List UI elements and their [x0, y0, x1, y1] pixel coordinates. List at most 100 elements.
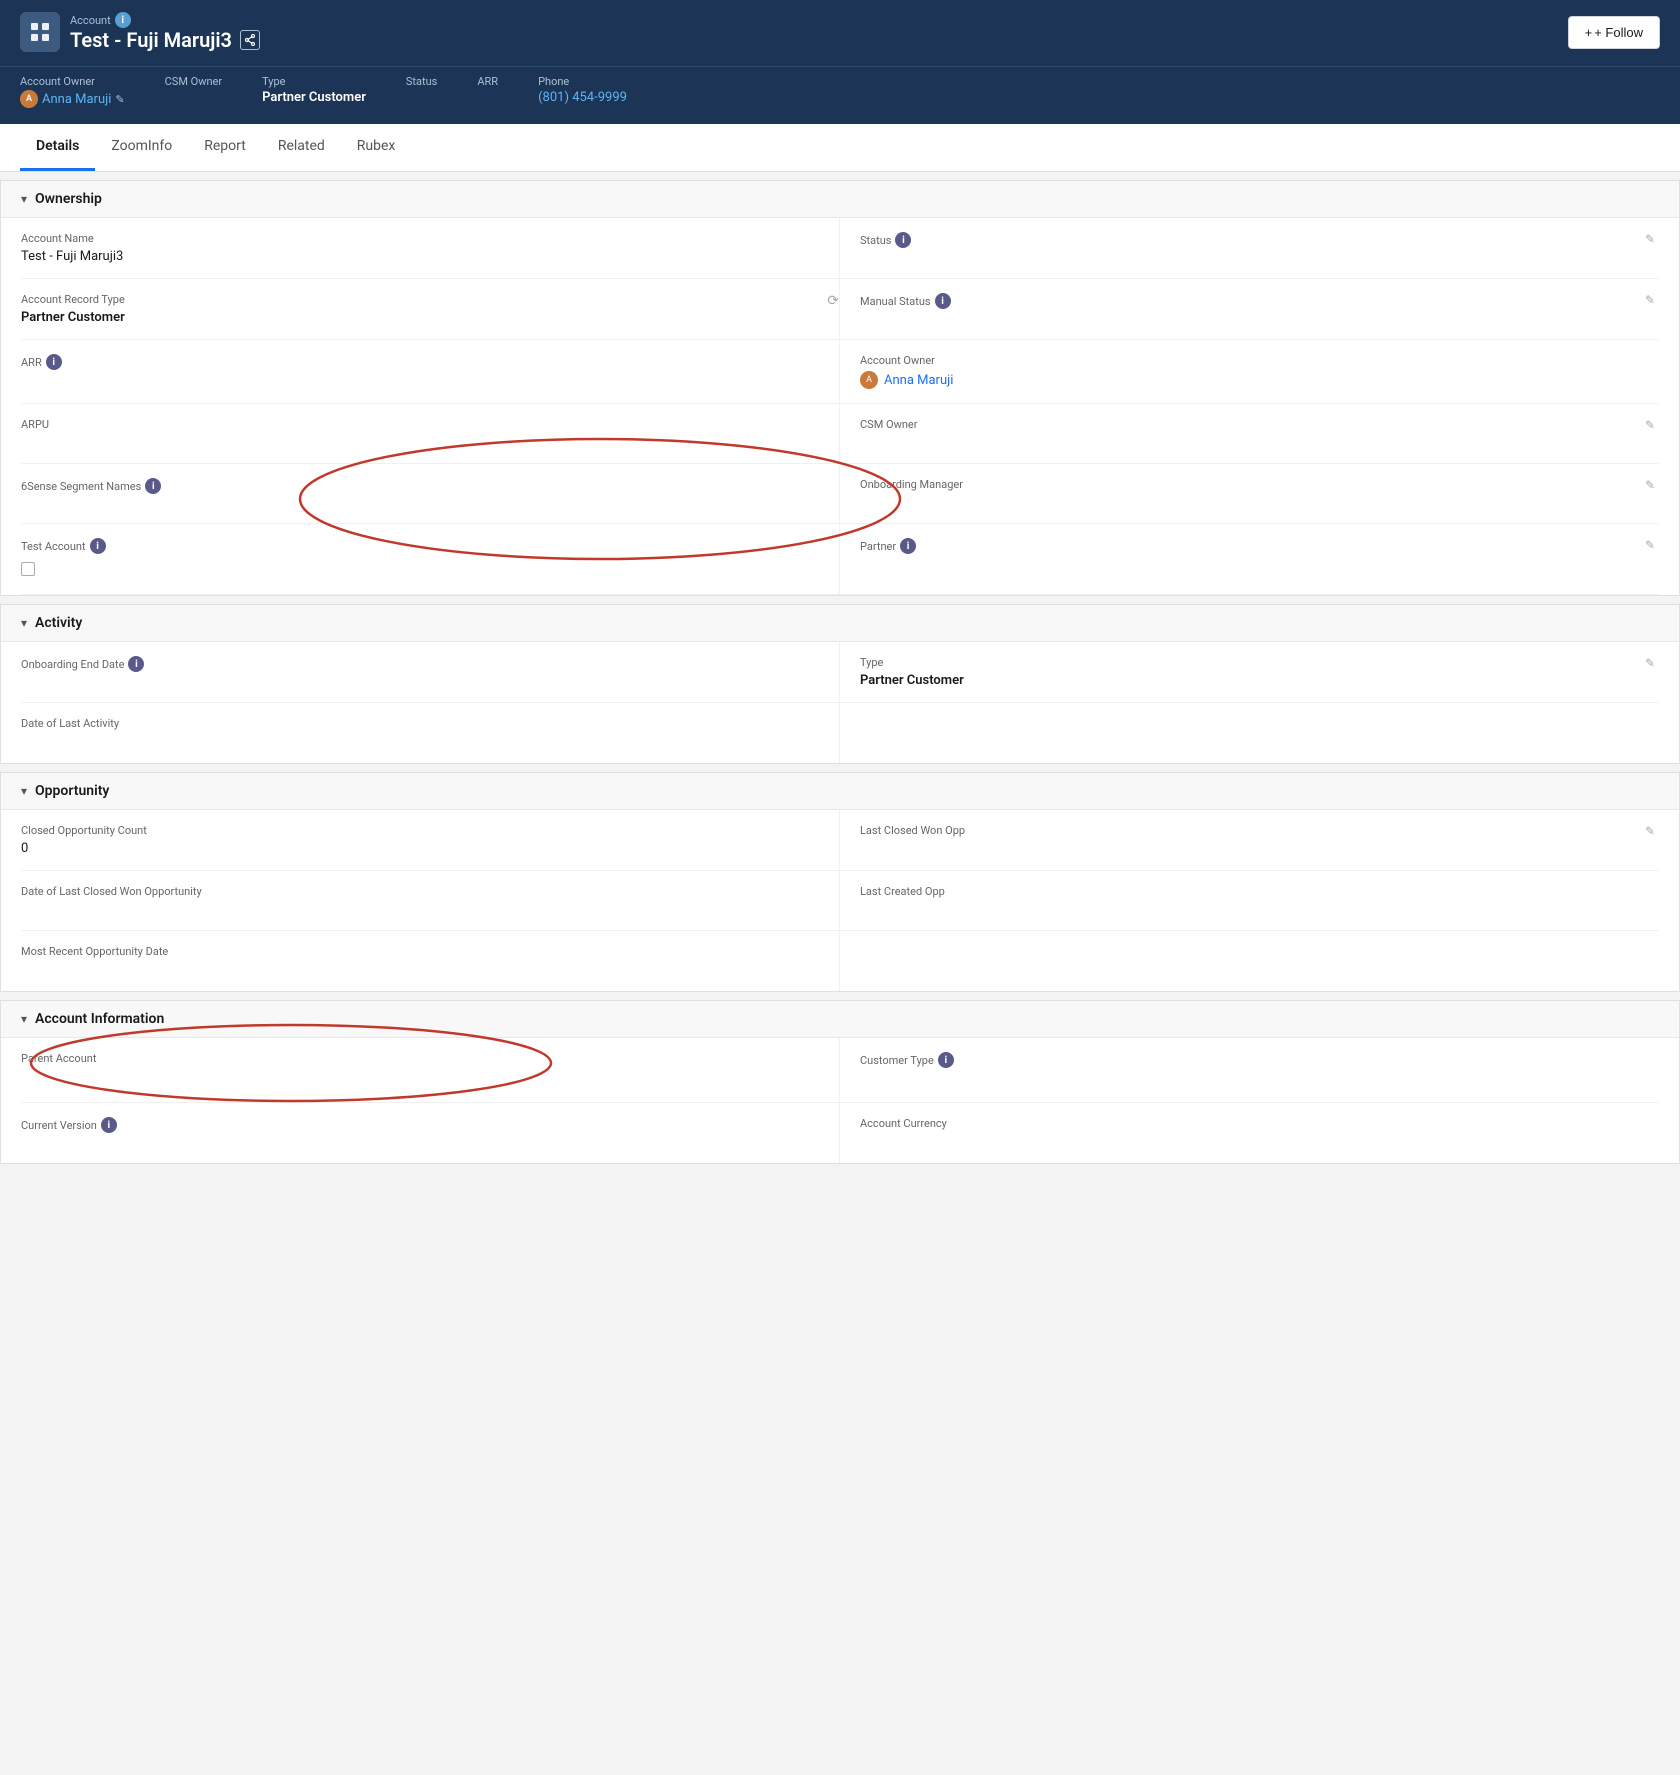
- field-type-label: Type: [860, 656, 1659, 669]
- edit-type-icon[interactable]: ✎: [1645, 656, 1655, 670]
- test-account-checkbox[interactable]: [21, 562, 35, 576]
- field-account-currency: Account Currency: [840, 1103, 1659, 1163]
- ownership-fields: Account Name Test - Fuji Maruji3 ✎ Statu…: [21, 218, 1659, 595]
- field-date-last-act-label: Date of Last Activity: [21, 717, 819, 730]
- arr-info-icon[interactable]: i: [46, 354, 62, 370]
- field-arpu-label: ARPU: [21, 418, 819, 431]
- 6sense-info-icon[interactable]: i: [145, 478, 161, 494]
- acct-info-title: Account Information: [35, 1011, 164, 1027]
- activity-chevron-icon: ▾: [21, 616, 27, 630]
- tab-zoominfo[interactable]: ZoomInfo: [95, 124, 188, 171]
- section-activity: ▾ Activity Onboarding End Date i ✎ Type: [0, 604, 1680, 764]
- owner-name-text: Anna Maruji: [42, 92, 111, 107]
- activity-title: Activity: [35, 615, 82, 631]
- field-most-recent-opp: Most Recent Opportunity Date: [21, 931, 840, 991]
- meta-type: Type Partner Customer: [262, 75, 366, 108]
- field-date-last-activity: Date of Last Activity: [21, 703, 840, 763]
- edit-last-closed-icon[interactable]: ✎: [1645, 824, 1655, 838]
- field-account-record-type: Account Record Type Partner Customer ⟳: [21, 279, 840, 340]
- acct-info-body: Parent Account ✎ Customer Type i: [1, 1038, 1679, 1163]
- share-icon[interactable]: [240, 30, 260, 50]
- onboard-end-info-icon[interactable]: i: [128, 656, 144, 672]
- opportunity-chevron-icon: ▾: [21, 784, 27, 798]
- meta-bar: Account Owner A Anna Maruji ✎ CSM Owner …: [0, 66, 1680, 124]
- section-activity-header[interactable]: ▾ Activity: [1, 605, 1679, 642]
- field-last-closed-won-opp: Last Closed Won Opp ✎: [840, 810, 1659, 871]
- tab-report[interactable]: Report: [188, 124, 262, 171]
- page-content: ▾ Ownership Account Name Test - Fuji Mar…: [0, 180, 1680, 1164]
- section-opportunity-header[interactable]: ▾ Opportunity: [1, 773, 1679, 810]
- field-test-acct-label: Test Account i: [21, 538, 819, 554]
- field-csm-owner-label: CSM Owner: [860, 418, 1659, 431]
- field-status: Status i ✎: [840, 218, 1659, 279]
- ownership-chevron-icon: ▾: [21, 192, 27, 206]
- field-activity-empty: [840, 703, 1659, 763]
- owner-edit-icon[interactable]: ✎: [115, 93, 124, 106]
- current-version-info-icon[interactable]: i: [101, 1117, 117, 1133]
- partner-info-icon[interactable]: i: [900, 538, 916, 554]
- tab-related[interactable]: Related: [262, 124, 341, 171]
- field-manual-status: Manual Status i ✎: [840, 279, 1659, 340]
- edit-partner-icon[interactable]: ✎: [1645, 538, 1655, 552]
- field-customer-type: Customer Type i: [840, 1038, 1659, 1103]
- customer-type-info-icon[interactable]: i: [938, 1052, 954, 1068]
- field-acct-owner-label: Account Owner: [860, 354, 1659, 367]
- edit-onboarding-mgr-icon[interactable]: ✎: [1645, 478, 1655, 492]
- record-name: Test - Fuji Maruji3: [70, 28, 260, 52]
- acct-info-fields: Parent Account ✎ Customer Type i: [21, 1038, 1659, 1163]
- meta-phone: Phone (801) 454-9999: [538, 75, 627, 108]
- record-type-text: Account: [70, 14, 111, 27]
- edit-manual-status-icon[interactable]: ✎: [1645, 293, 1655, 307]
- meta-csm-label: CSM Owner: [165, 75, 223, 88]
- section-acct-info-header[interactable]: ▾ Account Information: [1, 1001, 1679, 1038]
- section-opportunity: ▾ Opportunity Closed Opportunity Count 0…: [0, 772, 1680, 992]
- field-parent-acct-label: Parent Account: [21, 1052, 819, 1065]
- page-header: Account i Test - Fuji Maruji3 + + Follow: [0, 0, 1680, 66]
- field-status-label: Status i: [860, 232, 1659, 248]
- meta-owner-value[interactable]: A Anna Maruji ✎: [20, 90, 125, 108]
- manual-status-info-icon[interactable]: i: [935, 293, 951, 309]
- section-ownership-header[interactable]: ▾ Ownership: [1, 181, 1679, 218]
- ownership-title: Ownership: [35, 191, 102, 207]
- acct-owner-avatar: A: [860, 371, 878, 389]
- opportunity-title: Opportunity: [35, 783, 109, 799]
- edit-status-icon[interactable]: ✎: [1645, 232, 1655, 246]
- field-partner: Partner i ✎: [840, 524, 1659, 595]
- field-acct-currency-label: Account Currency: [860, 1117, 1659, 1130]
- meta-account-owner: Account Owner A Anna Maruji ✎: [20, 75, 125, 108]
- meta-status-label: Status: [406, 75, 437, 88]
- field-arr: ARR i ✎: [21, 340, 840, 404]
- meta-phone-value[interactable]: (801) 454-9999: [538, 90, 627, 105]
- field-arr-label: ARR i: [21, 354, 819, 370]
- app-icon: [20, 12, 60, 52]
- status-info-icon[interactable]: i: [895, 232, 911, 248]
- field-account-name: Account Name Test - Fuji Maruji3 ✎: [21, 218, 840, 279]
- field-test-account: Test Account i: [21, 524, 840, 595]
- field-onboarding-mgr-label: Onboarding Manager: [860, 478, 1659, 491]
- field-current-version: Current Version i: [21, 1103, 840, 1163]
- opportunity-body: Closed Opportunity Count 0 Last Closed W…: [1, 810, 1679, 991]
- test-acct-info-icon[interactable]: i: [90, 538, 106, 554]
- field-acct-owner-value[interactable]: A Anna Maruji: [860, 371, 1659, 389]
- follow-button[interactable]: + + Follow: [1568, 16, 1660, 49]
- record-type-info-icon[interactable]: i: [115, 12, 131, 28]
- meta-phone-label: Phone: [538, 75, 627, 88]
- header-left: Account i Test - Fuji Maruji3: [20, 12, 260, 52]
- field-6sense: 6Sense Segment Names i ✎: [21, 464, 840, 524]
- field-parent-account: Parent Account ✎: [21, 1038, 840, 1103]
- follow-label: + Follow: [1594, 25, 1643, 40]
- field-closed-opp-count-value: 0: [21, 841, 819, 856]
- meta-type-label: Type: [262, 75, 366, 88]
- meta-arr-label: ARR: [477, 75, 498, 88]
- account-name-heading: Test - Fuji Maruji3: [70, 28, 232, 52]
- ownership-body: Account Name Test - Fuji Maruji3 ✎ Statu…: [1, 218, 1679, 595]
- title-area: Account i Test - Fuji Maruji3: [70, 12, 260, 52]
- edit-art-icon[interactable]: ⟳: [827, 293, 839, 309]
- tab-details[interactable]: Details: [20, 124, 95, 171]
- field-arpu: ARPU ✎: [21, 404, 840, 464]
- tab-rubex[interactable]: Rubex: [341, 124, 412, 171]
- owner-avatar: A: [20, 90, 38, 108]
- edit-csm-owner-icon[interactable]: ✎: [1645, 418, 1655, 432]
- field-onboard-end-label: Onboarding End Date i: [21, 656, 819, 672]
- tabs-bar: Details ZoomInfo Report Related Rubex: [0, 124, 1680, 172]
